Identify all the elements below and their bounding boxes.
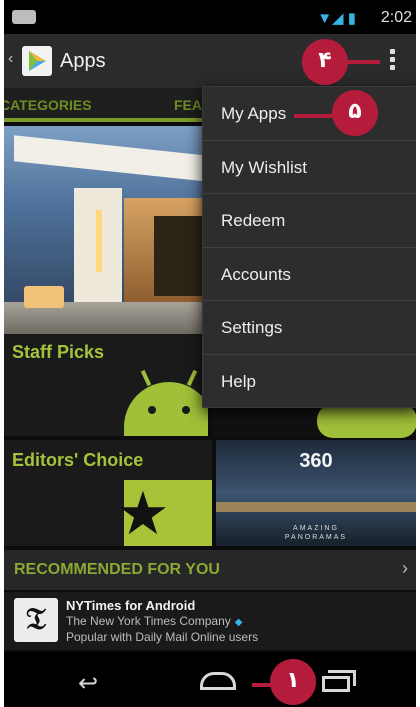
menu-item-accounts[interactable]: Accounts bbox=[203, 248, 416, 301]
app-developer-name: The New York Times Company bbox=[66, 614, 231, 628]
callout-5-pointer bbox=[294, 114, 334, 118]
callout-1-badge: ۱ bbox=[270, 659, 316, 705]
menu-item-settings[interactable]: Settings bbox=[203, 301, 416, 355]
recent-apps-icon[interactable] bbox=[322, 670, 356, 692]
signal-icon: ▼◢ ▮ bbox=[317, 10, 356, 27]
clock: 2:02 bbox=[380, 9, 412, 26]
tab-featured[interactable]: FEA bbox=[174, 97, 202, 113]
staff-picks-label: Staff Picks bbox=[12, 342, 105, 362]
verified-icon: ◆ bbox=[234, 617, 243, 628]
gamepad-icon bbox=[317, 404, 416, 438]
up-arrow-icon[interactable]: ‹ bbox=[8, 50, 13, 68]
menu-item-redeem[interactable]: Redeem bbox=[203, 194, 416, 248]
menu-item-my-wishlist[interactable]: My Wishlist bbox=[203, 141, 416, 194]
editors-choice-tile[interactable]: Editors' Choice ★ bbox=[4, 440, 212, 546]
app-name: NYTimes for Android bbox=[66, 598, 196, 613]
panorama-subtitle-line-2: PANORAMAS bbox=[284, 534, 348, 541]
panorama-horizon bbox=[216, 502, 416, 512]
list-item[interactable]: 𝔗 NYTimes for Android The New York Times… bbox=[4, 592, 416, 650]
app-note: Popular with Daily Mail Online users bbox=[66, 630, 259, 644]
recommended-title: RECOMMENDED FOR YOU bbox=[14, 561, 220, 578]
callout-5-badge: ۵ bbox=[332, 90, 378, 136]
overflow-menu: My Apps My Wishlist Redeem Accounts Sett… bbox=[202, 86, 416, 408]
notification-icon bbox=[12, 10, 36, 24]
app-developer: The New York Times Company ◆ bbox=[66, 614, 242, 628]
star-icon: ★ bbox=[116, 480, 170, 546]
page-title: Apps bbox=[60, 50, 106, 72]
menu-item-help[interactable]: Help bbox=[203, 355, 416, 409]
overflow-menu-icon[interactable] bbox=[382, 46, 402, 78]
phone-screen: ▼◢ ▮ 2:02 ‹ Apps CATEGORIES FEA Staff Pi… bbox=[4, 0, 416, 707]
staff-picks-tile[interactable]: Staff Picks bbox=[4, 334, 208, 436]
chevron-right-icon: › bbox=[402, 558, 408, 578]
editors-choice-label: Editors' Choice bbox=[12, 450, 144, 470]
android-robot-icon bbox=[124, 369, 208, 436]
navigation-bar: ↩ bbox=[4, 652, 416, 707]
tab-categories[interactable]: CATEGORIES bbox=[4, 97, 92, 113]
status-bar: ▼◢ ▮ 2:02 bbox=[4, 0, 416, 34]
recommended-header[interactable]: RECOMMENDED FOR YOU › bbox=[4, 550, 416, 590]
wall-light bbox=[96, 210, 102, 272]
panorama-tile[interactable]: 360 AMAZING PANORAMAS bbox=[216, 440, 416, 546]
play-store-icon[interactable] bbox=[22, 46, 52, 76]
panorama-title: 360 bbox=[299, 450, 333, 472]
terrace-lamp bbox=[24, 286, 64, 308]
nytimes-app-icon: 𝔗 bbox=[14, 598, 58, 642]
home-icon[interactable] bbox=[200, 672, 236, 690]
callout-4-badge: ۴ bbox=[302, 39, 348, 85]
back-icon[interactable]: ↩ bbox=[78, 669, 98, 698]
panorama-subtitle-line-1: AMAZING bbox=[293, 525, 339, 532]
panorama-subtitle: AMAZING PANORAMAS bbox=[216, 524, 416, 542]
